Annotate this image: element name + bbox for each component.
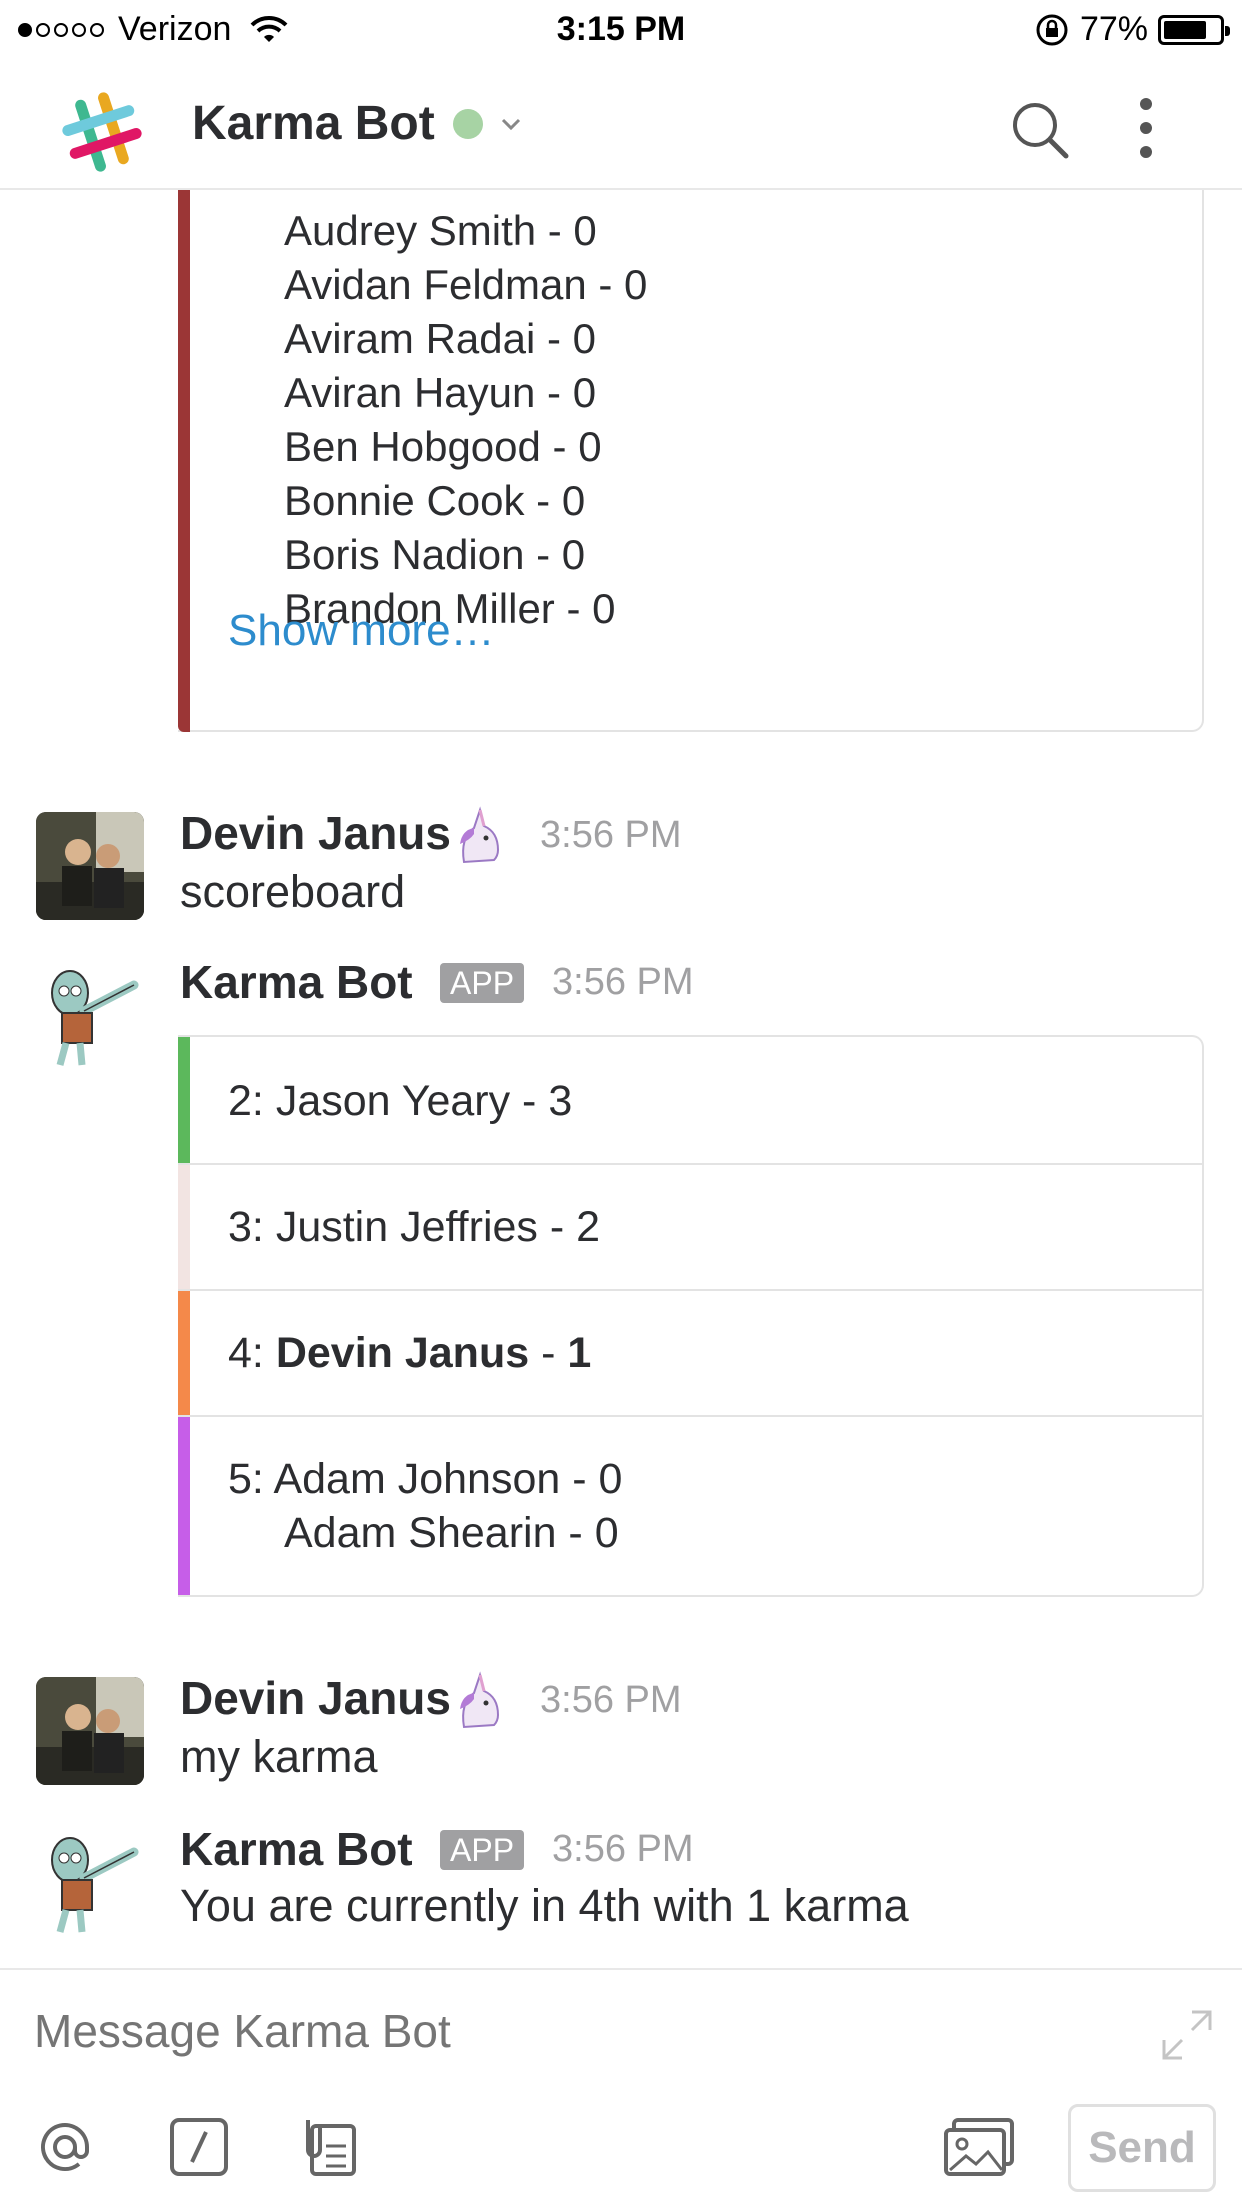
score-entry-extra: Adam Shearin - 0 (284, 1509, 619, 1557)
message-timestamp: 3:56 PM (540, 1679, 682, 1721)
score-entry: 4: Devin Janus - 1 (228, 1329, 592, 1377)
rank-color-bar (178, 1037, 190, 1163)
message-text: my karma (180, 1731, 378, 1782)
list-item: Boris Nadion - 0 (284, 531, 586, 578)
message-author[interactable]: Devin Janus (180, 1671, 451, 1725)
list-item: Avidan Feldman - 0 (284, 261, 648, 308)
user-photo-icon (36, 812, 144, 920)
status-right: 77% (1034, 10, 1230, 49)
presence-indicator (452, 108, 483, 139)
battery-icon (1158, 14, 1230, 45)
scoreboard-row: 5: Adam Johnson - 0 Adam Shearin - 0 (178, 1417, 1202, 1595)
photo-icon[interactable] (942, 2116, 1016, 2178)
message-input[interactable] (34, 2004, 1094, 2058)
message-item[interactable]: Devin Janus 3:56 PM scoreboard (0, 800, 1242, 920)
message-author[interactable]: Devin Janus (180, 806, 451, 860)
bot-avatar[interactable] (36, 1830, 144, 1938)
scoreboard-row: 4: Devin Janus - 1 (178, 1291, 1202, 1417)
list-item: Ben Hobgood - 0 (284, 423, 602, 470)
rotation-lock-icon (1036, 14, 1068, 45)
squidward-dab-icon (36, 1830, 144, 1938)
message-text: scoreboard (180, 866, 406, 917)
list-item: Audrey Smith - 0 (284, 207, 597, 254)
app-badge: APP (440, 1830, 525, 1870)
message-timestamp: 3:56 PM (552, 1828, 694, 1870)
channel-header: Karma Bot (0, 62, 1242, 190)
show-more-link[interactable]: Show more… (228, 606, 495, 656)
rank-color-bar (178, 1417, 190, 1595)
attachment-names-list: Audrey Smith - 0 Avidan Feldman - 0 Avir… (178, 190, 1204, 732)
avatar[interactable] (36, 1677, 144, 1785)
message-author[interactable]: Karma Bot (180, 1822, 413, 1876)
more-vertical-icon[interactable] (1136, 98, 1156, 158)
channel-title-button[interactable]: Karma Bot (192, 96, 525, 151)
status-bar: Verizon 3:15 PM 77% (0, 0, 1242, 62)
message-composer: Send (0, 1968, 1242, 2208)
user-photo-icon (36, 1677, 144, 1785)
chevron-down-icon (501, 118, 520, 130)
app-badge: APP (440, 963, 525, 1003)
message-timestamp: 3:56 PM (552, 961, 694, 1003)
name-list: Audrey Smith - 0 Avidan Feldman - 0 Avir… (284, 204, 647, 636)
rank-color-bar (178, 1165, 190, 1289)
message-item[interactable]: Devin Janus 3:56 PM my karma (0, 1665, 1242, 1785)
list-item: Aviran Hayun - 0 (284, 369, 597, 416)
score-entry: 2: Jason Yeary - 3 (228, 1077, 573, 1125)
scoreboard-row: 3: Justin Jeffries - 2 (178, 1165, 1202, 1291)
send-button[interactable]: Send (1068, 2104, 1216, 2192)
message-text: You are currently in 4th with 1 karma (180, 1880, 909, 1931)
expand-icon[interactable] (1158, 2006, 1216, 2064)
unicorn-icon (460, 806, 500, 864)
slash-command-icon[interactable] (168, 2116, 230, 2178)
files-icon[interactable] (298, 2116, 360, 2178)
score-entry: 5: Adam Johnson - 0 (228, 1455, 623, 1503)
message-author[interactable]: Karma Bot (180, 955, 413, 1009)
search-icon[interactable] (1008, 98, 1072, 162)
message-item[interactable]: Karma Bot APP 3:56 PM You are currently … (0, 1822, 1242, 1962)
message-timestamp: 3:56 PM (540, 814, 682, 856)
scoreboard-row: 2: Jason Yeary - 3 (178, 1037, 1202, 1165)
message-list[interactable]: Audrey Smith - 0 Avidan Feldman - 0 Avir… (0, 190, 1242, 1968)
channel-title: Karma Bot (192, 97, 435, 150)
unicorn-icon (460, 1671, 500, 1729)
list-item: Bonnie Cook - 0 (284, 477, 586, 524)
attachment-color-bar (178, 190, 190, 732)
score-entry: 3: Justin Jeffries - 2 (228, 1203, 601, 1251)
squidward-dab-icon (36, 963, 144, 1071)
scoreboard-attachment: 2: Jason Yeary - 3 3: Justin Jeffries - … (178, 1035, 1204, 1597)
battery-fill (1164, 20, 1206, 39)
slack-logo-icon[interactable] (58, 88, 146, 176)
list-item: Aviram Radai - 0 (284, 315, 597, 362)
avatar[interactable] (36, 812, 144, 920)
bot-avatar[interactable] (36, 963, 144, 1071)
rank-color-bar (178, 1291, 190, 1415)
at-icon[interactable] (34, 2116, 96, 2178)
battery-percent: 77% (1079, 10, 1148, 48)
